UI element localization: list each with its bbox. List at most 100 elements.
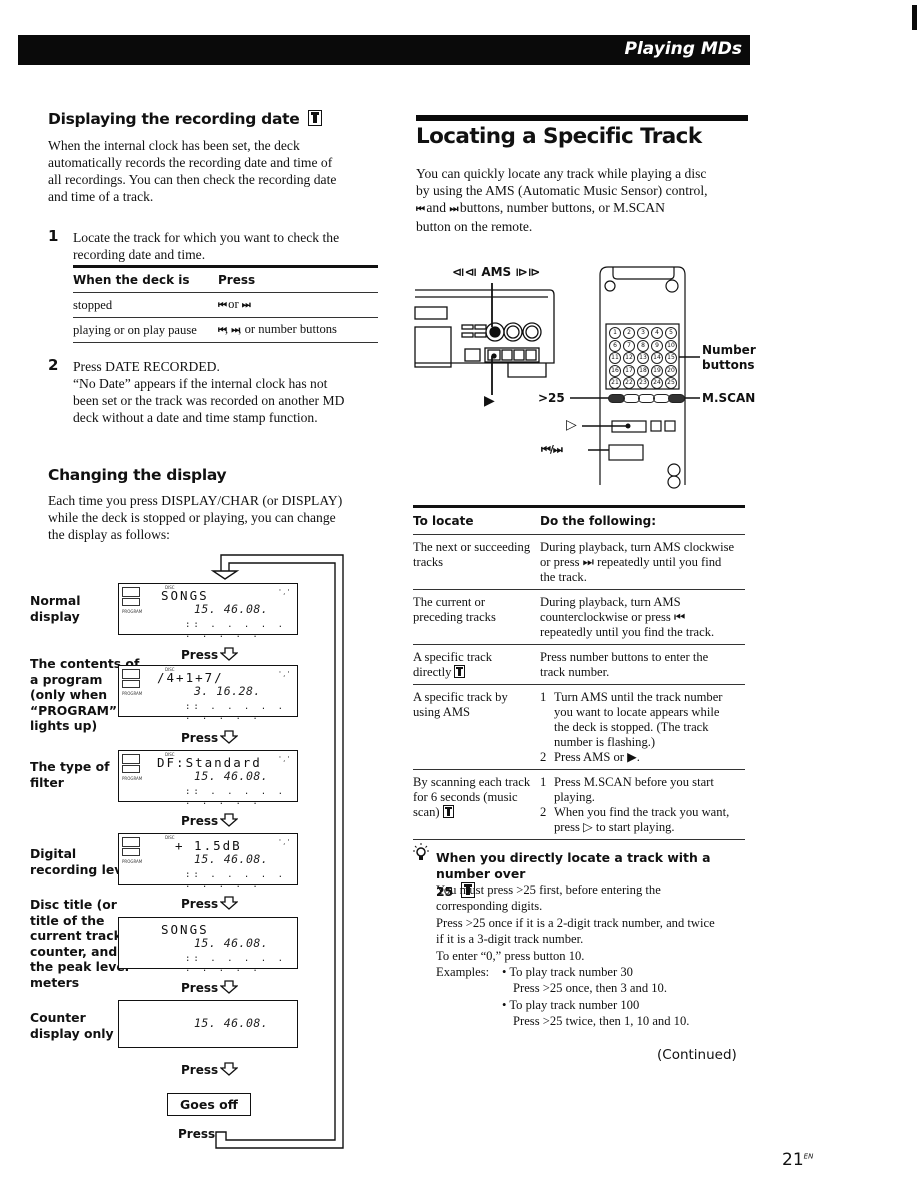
remote-number-button: 20 (665, 364, 677, 377)
play-icon: ▶ (484, 393, 495, 409)
remote-number-button: 11 (609, 352, 621, 364)
action-line: Press M.SCAN before you start (554, 775, 714, 789)
locating-title-rule (416, 115, 748, 121)
display-mode-label: Normal display (30, 593, 81, 624)
press-label: Press (181, 981, 219, 995)
action-line: press ▷ to start playing. (554, 820, 675, 834)
lcd-counter: 15. 46.08. (194, 769, 269, 783)
locate-action: 1 Turn AMS until the track number you want… (540, 690, 745, 765)
example-item: • To play track number 30 (502, 965, 633, 980)
lcd-main-text: /4+1+7/ (157, 670, 224, 685)
tip-line: To enter “0,” press button 10. (436, 948, 585, 963)
locate-target: By scanning each track for 6 seconds (mus… (413, 775, 540, 835)
locate-target: A specific track directly (413, 650, 540, 680)
table-header-row: To locate Do the following: (413, 508, 745, 534)
peak-level-meter: :: . . . . . . . . . . (185, 870, 287, 890)
locate-target: The next or succeeding tracks (413, 540, 540, 585)
press-label: Press (181, 1063, 219, 1077)
action-step-number: 1 (540, 690, 547, 704)
table-row: A specific track directly Press number but… (413, 645, 745, 684)
example-item: • To play track number 100 (502, 997, 640, 1012)
target-line: preceding tracks (413, 610, 496, 624)
label-line: Normal (30, 593, 81, 608)
label-line: Counter (30, 1010, 86, 1025)
column-header: Do the following: (540, 514, 657, 528)
peak-level-meter: :: . . . . . . . . . . (185, 787, 287, 807)
example-detail: Press >25 twice, then 1, 10 and 10. (513, 1014, 690, 1029)
lightbulb-svg (413, 843, 429, 860)
callout-line: Number (702, 343, 756, 357)
remote-number-button: 8 (637, 339, 649, 352)
action-line: Press AMS or ▶. (554, 750, 640, 764)
digital-out-indicator (122, 765, 140, 773)
action-step-text: Press AMS or ▶. (554, 750, 640, 765)
deck-and-remote-illustration: ⧏⧏ AMS ⧐⧐ 1 2 3 4 5 6 7 8 9 10 11 12 13 … (400, 255, 760, 495)
remote-number-button: 16 (609, 364, 621, 377)
locate-action: Press number buttons to enter the track n… (540, 650, 745, 680)
prev-next-callout: ⏮/⏭ (541, 443, 563, 456)
goes-off-box: Goes off (167, 1093, 251, 1116)
digital-in-indicator (122, 754, 140, 764)
example-detail: Press >25 once, then 3 and 10. (513, 981, 668, 996)
down-arrow-icon (219, 896, 239, 910)
label-line: the peak level (30, 959, 130, 974)
intro-joiner: and (423, 200, 450, 215)
examples-list: • To play track number 30 Press >25 once… (502, 964, 689, 1030)
divider (413, 839, 745, 840)
program-indicator: PROGRAM (122, 691, 143, 696)
digital-in-indicator (122, 669, 140, 679)
intro-line: You can quickly locate any track while p… (416, 166, 707, 181)
action-step-number: 2 (540, 750, 547, 764)
page-number: 21EN (782, 1150, 813, 1170)
action-line: number is flashing.) (554, 735, 656, 749)
remote-number-button: 14 (651, 352, 663, 364)
action-line: During playback, turn AMS (540, 595, 681, 609)
intro-line: by using the AMS (Automatic Music Sensor… (416, 183, 708, 198)
press-label: Press (181, 731, 219, 745)
action-line: counterclockwise or press ⏮ (540, 610, 686, 624)
table-row: A specific track by using AMS 1 Turn AMS un… (413, 685, 745, 769)
remote-number-button: 23 (637, 377, 649, 389)
disc-indicator: DISC (165, 835, 175, 840)
continued-label: (Continued) (657, 1047, 737, 1063)
lcd-counter: 3. 16.28. (194, 684, 261, 698)
lcd-main-text: DF:Standard (157, 755, 262, 770)
lcd-display-preview: PROGRAM DISC ' , '/4+1+7/3. 16.28.:: . . .… (118, 665, 298, 722)
action-line: Press number buttons to enter the (540, 650, 709, 664)
remote-number-button: 13 (637, 352, 649, 364)
remote-number-button: 24 (651, 377, 663, 389)
target-line: A specific track by (413, 690, 508, 704)
down-arrow-icon (219, 980, 239, 994)
column-header: To locate (413, 514, 474, 528)
prev-track-icon: ⏮ (416, 204, 425, 215)
program-indicator: PROGRAM (122, 859, 143, 864)
down-arrow-icon (219, 647, 239, 661)
press-step: Press (181, 813, 239, 828)
action-line: the track. (540, 570, 587, 584)
target-line: using AMS (413, 705, 471, 719)
lcd-main-text: SONGS (161, 588, 209, 603)
press-step: Press (181, 647, 239, 662)
lcd-display-preview: PROGRAM DISC ' , ' SONGS 15. 46.08.:: . . . … (118, 583, 298, 640)
level-marks: ' , ' (279, 838, 290, 846)
peak-level-meter: :: . . . . . . . . . . (185, 620, 287, 640)
action-step: 1 Press M.SCAN before you start playing. (540, 775, 745, 805)
lightbulb-tip-icon (413, 842, 429, 867)
target-line: By scanning each track (413, 775, 531, 789)
peak-level-meter: :: . . . . . . . . . . (185, 954, 287, 974)
lcd-display-preview: PROGRAM DISC ' , ' DF:Standard 15. 46.08.:: … (118, 750, 298, 807)
lcd-main-text: + 1.5dB (175, 838, 242, 853)
remote-available-icon (442, 805, 454, 818)
intro-line: ⏮ and ⏭ buttons, number buttons, or M.SC… (416, 199, 751, 218)
remote-number-button: 21 (609, 377, 621, 389)
disc-slot (414, 306, 448, 320)
action-step-number: 1 (540, 775, 547, 789)
target-line: A specific track (413, 650, 493, 664)
target-line: The next or succeeding (413, 540, 531, 554)
lcd-counter: 15. 46.08. (194, 1016, 269, 1030)
label-line: The type of (30, 759, 110, 774)
digital-in-indicator (122, 587, 140, 597)
table-row: The next or succeeding tracks During playb… (413, 535, 745, 589)
remote-number-button: 18 (637, 364, 649, 377)
label-line: display (30, 608, 80, 624)
